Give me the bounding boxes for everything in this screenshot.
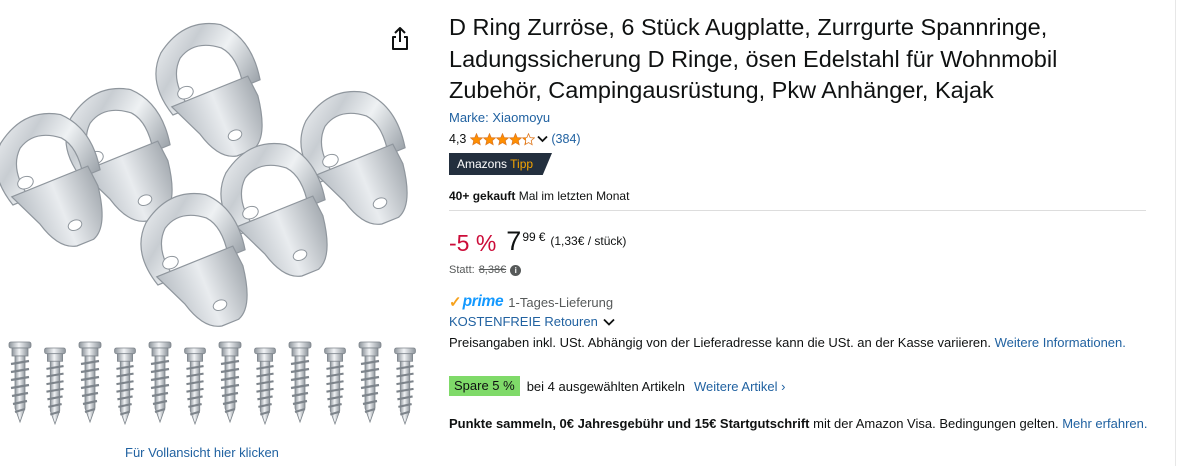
discount-percent: -5 % <box>449 230 497 256</box>
screw-image <box>357 340 383 424</box>
prime-delivery: ✓ prime 1-Tages-Lieferung <box>449 293 613 311</box>
screw-image <box>253 346 277 426</box>
list-price-value: 8,38€ <box>478 264 507 276</box>
visa-promo: Punkte sammeln, 0€ Jahresgebühr und 15€ … <box>449 413 1149 434</box>
free-returns-label: KOSTENFREIE Retouren <box>449 314 598 329</box>
screw-image <box>183 346 207 426</box>
price-currency: € <box>538 230 546 244</box>
product-title: D Ring Zurröse, 6 Stück Augplatte, Zurrg… <box>449 14 1058 103</box>
vat-more-info-link[interactable]: Weitere Informationen. <box>995 335 1126 350</box>
divider <box>449 210 1146 211</box>
screw-image <box>217 340 243 424</box>
visa-learn-more-link[interactable]: Mehr erfahren. <box>1062 416 1147 431</box>
vat-notice: Preisangaben inkl. USt. Abhängig von der… <box>449 333 1139 353</box>
prime-logo: prime <box>462 293 504 310</box>
more-items-link[interactable]: Weitere Artikel › <box>694 379 786 394</box>
screw-image <box>147 340 173 424</box>
rating-value: 4,3 <box>449 132 467 146</box>
star-rating[interactable] <box>470 132 536 146</box>
screw-image <box>393 346 417 426</box>
bought-count-bold: 40+ gekauft <box>449 189 516 203</box>
chevron-down-icon <box>603 318 615 326</box>
screw-image <box>287 340 313 424</box>
share-icon <box>392 27 408 50</box>
badge-suffix: Tipp <box>510 157 534 171</box>
brand-link[interactable]: Marke: Xiaomoyu <box>449 110 550 125</box>
prime-check-icon: ✓ <box>449 294 462 311</box>
badge-prefix: Amazons <box>457 157 508 171</box>
price-row: -5 % 7 99 € (1,33€ / stück) <box>449 226 626 258</box>
screw-image <box>43 346 67 426</box>
fullview-link[interactable]: Für Vollansicht hier klicken <box>125 445 279 460</box>
product-image[interactable] <box>0 0 420 440</box>
info-icon[interactable]: i <box>510 264 522 276</box>
unit-price: (1,33€ / stück) <box>550 234 627 248</box>
price-whole: 7 <box>506 226 522 256</box>
share-button[interactable] <box>388 26 412 52</box>
rating-row: 4,3 (384) <box>449 131 581 147</box>
star-icon <box>522 132 536 146</box>
spare-badge: Spare 5 % <box>449 376 520 396</box>
spare-text: bei 4 ausgewählten Artikeln <box>526 378 685 394</box>
delivery-speed: 1-Tages-Lieferung <box>508 294 614 310</box>
vat-text: Preisangaben inkl. USt. Abhängig von der… <box>449 335 995 350</box>
star-icon <box>509 132 523 146</box>
amazons-tipp-badge: Amazons Tipp <box>449 153 552 175</box>
screw-image <box>7 340 33 424</box>
screw-image <box>323 346 347 426</box>
bought-count-text: Mal im letzten Monat <box>515 189 630 203</box>
screw-image <box>77 340 103 424</box>
visa-bold: Punkte sammeln, 0€ Jahresgebühr und 15€ … <box>449 416 810 431</box>
list-price-label: Statt: <box>449 264 475 276</box>
chevron-down-icon[interactable] <box>537 135 549 143</box>
bought-count: 40+ gekauft Mal im letzten Monat <box>449 189 629 203</box>
list-price: Statt: 8,38€ i <box>449 264 522 276</box>
image-panel: Für Vollansicht hier klicken <box>0 0 430 466</box>
promo-row: Spare 5 % bei 4 ausgewählten Artikeln We… <box>449 376 786 396</box>
price-fraction: 99 <box>522 230 536 244</box>
star-icon <box>496 132 510 146</box>
review-count-link[interactable]: (384) <box>551 132 580 146</box>
free-returns-link[interactable]: KOSTENFREIE Retouren <box>449 314 615 329</box>
scrollbar[interactable] <box>1175 0 1185 466</box>
visa-text: mit der Amazon Visa. Bedingungen gelten. <box>809 416 1063 431</box>
star-icon <box>470 132 484 146</box>
screw-image <box>113 346 137 426</box>
star-icon <box>483 132 497 146</box>
